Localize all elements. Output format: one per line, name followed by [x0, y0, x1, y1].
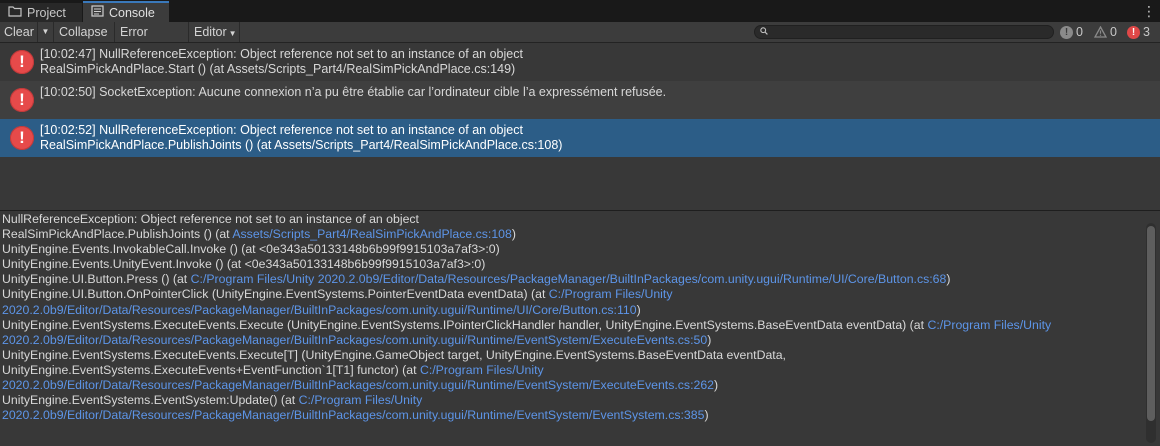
log-count-toggle[interactable]: ! 0 — [1060, 23, 1083, 41]
trace-text: ) — [704, 408, 709, 423]
search-input[interactable] — [754, 25, 1054, 39]
clear-options-dropdown[interactable]: ▼ — [38, 22, 54, 42]
log-count: 0 — [1076, 25, 1083, 39]
trace-line: UnityEngine.Events.UnityEvent.Invoke () … — [2, 257, 486, 272]
vertical-scrollbar-thumb[interactable] — [1147, 226, 1155, 421]
editor-dropdown[interactable]: Editor ▼ — [190, 22, 240, 42]
trace-line: UnityEngine.UI.Button.Press () (at C:/Pr… — [2, 272, 1142, 287]
console-toolbar: Clear ▼ Collapse Error Pause Editor▼ ! 0… — [0, 22, 1160, 59]
log-message: [10:02:50] SocketException: Aucune conne… — [40, 85, 667, 99]
warning-icon — [1093, 26, 1107, 39]
stack-trace-text: NullReferenceException: Object reference… — [2, 212, 1142, 423]
tab-bar: Project Console ⋮ — [0, 0, 1160, 22]
log-entry[interactable]: [10:02:50] SocketException: Aucune conne… — [0, 81, 1160, 119]
warning-count: 0 — [1110, 25, 1117, 39]
trace-text: UnityEngine.EventSystems.ExecuteEvents.E… — [2, 317, 928, 332]
error-icon — [10, 88, 34, 112]
log-stack-line: RealSimPickAndPlace.PublishJoints () (at… — [40, 138, 563, 152]
source-link[interactable]: C:/Program Files/Unity — [549, 287, 673, 301]
source-link[interactable]: C:/Program Files/Unity — [927, 318, 1051, 332]
editor-label: Editor — [194, 25, 227, 39]
error-count: 3 — [1143, 25, 1150, 39]
warning-count-toggle[interactable]: 0 — [1093, 23, 1117, 41]
tab-console[interactable]: Console — [83, 1, 169, 22]
console-window: Project Console ⋮ Clear ▼ Collapse Error… — [0, 0, 1160, 446]
trace-text: ) — [636, 302, 641, 317]
trace-line: UnityEngine.EventSystems.ExecuteEvents+E… — [2, 363, 1142, 378]
stack-trace-panel: NullReferenceException: Object reference… — [0, 211, 1160, 446]
tab-label: Console — [109, 5, 155, 20]
trace-line: UnityEngine.UI.Button.OnPointerClick (Un… — [2, 287, 1142, 302]
search-icon — [760, 27, 768, 37]
source-link[interactable]: C:/Program Files/Unity — [420, 363, 544, 377]
trace-line: 2020.2.0b9/Editor/Data/Resources/Package… — [2, 303, 1142, 318]
trace-text: UnityEngine.UI.Button.OnPointerClick (Un… — [2, 287, 549, 302]
trace-text: UnityEngine.EventSystems.ExecuteEvents+E… — [2, 362, 420, 377]
tab-project[interactable]: Project — [0, 3, 82, 22]
error-count-toggle[interactable]: ! 3 — [1127, 23, 1150, 41]
log-entry[interactable]: [10:02:47] NullReferenceException: Objec… — [0, 43, 1160, 81]
clear-button[interactable]: Clear — [0, 22, 38, 42]
log-message: [10:02:47] NullReferenceException: Objec… — [40, 47, 523, 61]
trace-line: NullReferenceException: Object reference… — [2, 212, 419, 226]
error-pause-toggle[interactable]: Error Pause — [116, 22, 189, 59]
trace-line: 2020.2.0b9/Editor/Data/Resources/Package… — [2, 378, 1142, 393]
source-link[interactable]: 2020.2.0b9/Editor/Data/Resources/Package… — [2, 378, 714, 392]
console-icon — [91, 5, 104, 20]
triangle-down-icon: ▼ — [41, 27, 50, 36]
source-link[interactable]: Assets/Scripts_Part4/RealSimPickAndPlace… — [232, 227, 512, 241]
trace-text: ) — [707, 332, 712, 347]
trace-text: UnityEngine.UI.Button.Press () (at — [2, 272, 191, 287]
collapse-toggle[interactable]: Collapse — [55, 22, 115, 42]
error-icon — [10, 126, 34, 150]
source-link[interactable]: 2020.2.0b9/Editor/Data/Resources/Package… — [2, 303, 637, 317]
trace-text: ) — [714, 378, 719, 393]
log-list: [10:02:47] NullReferenceException: Objec… — [0, 43, 1160, 210]
trace-line: UnityEngine.EventSystems.EventSystem:Upd… — [2, 393, 1142, 408]
trace-line: UnityEngine.Events.InvokableCall.Invoke … — [2, 242, 500, 257]
error-icon: ! — [1127, 25, 1140, 39]
tab-label: Project — [27, 5, 66, 20]
error-icon — [10, 50, 34, 74]
source-link[interactable]: C:/Program Files/Unity 2020.2.0b9/Editor… — [191, 272, 947, 286]
trace-text: ) — [946, 272, 951, 287]
log-message: [10:02:52] NullReferenceException: Objec… — [40, 123, 523, 137]
trace-line: RealSimPickAndPlace.PublishJoints () (at… — [2, 227, 1142, 242]
triangle-down-icon: ▼ — [228, 29, 237, 38]
trace-text: UnityEngine.EventSystems.EventSystem:Upd… — [2, 393, 299, 408]
trace-line: 2020.2.0b9/Editor/Data/Resources/Package… — [2, 408, 1142, 423]
info-icon: ! — [1060, 25, 1073, 39]
source-link[interactable]: 2020.2.0b9/Editor/Data/Resources/Package… — [2, 408, 704, 422]
folder-icon — [8, 5, 22, 20]
source-link[interactable]: C:/Program Files/Unity — [299, 393, 423, 407]
trace-line: UnityEngine.EventSystems.ExecuteEvents.E… — [2, 318, 1142, 333]
log-stack-line: RealSimPickAndPlace.Start () (at Assets/… — [40, 62, 516, 76]
kebab-menu-icon[interactable]: ⋮ — [1142, 3, 1156, 19]
trace-text: RealSimPickAndPlace.PublishJoints () (at — [2, 227, 233, 242]
trace-line: UnityEngine.EventSystems.ExecuteEvents.E… — [2, 347, 786, 362]
source-link[interactable]: 2020.2.0b9/Editor/Data/Resources/Package… — [2, 333, 707, 347]
trace-text: ) — [511, 227, 516, 242]
log-entry-selected[interactable]: [10:02:52] NullReferenceException: Objec… — [0, 119, 1160, 157]
trace-line: 2020.2.0b9/Editor/Data/Resources/Package… — [2, 333, 1142, 348]
